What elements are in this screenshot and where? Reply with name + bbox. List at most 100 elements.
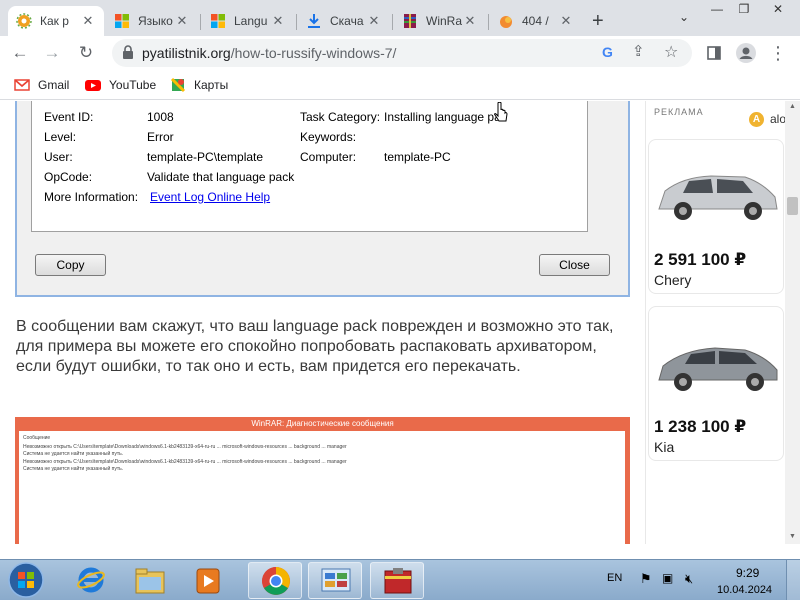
back-arrow-icon[interactable]: ← <box>8 41 32 65</box>
car-image <box>653 143 781 243</box>
forward-arrow-icon[interactable]: → <box>40 41 64 65</box>
lock-icon[interactable] <box>122 45 134 64</box>
language-indicator[interactable]: EN <box>607 572 622 584</box>
level-value: Error <box>147 130 174 144</box>
google-translate-icon[interactable]: G <box>602 44 613 60</box>
computer-value: template-PC <box>384 150 451 164</box>
taskbar-chrome[interactable] <box>248 562 302 599</box>
vertical-scrollbar[interactable]: ▲ ▼ <box>785 101 800 544</box>
windows-logo-icon <box>210 13 226 29</box>
close-button: Close <box>539 254 610 276</box>
reload-icon[interactable]: ↻ <box>74 41 98 65</box>
sidebar-advertisement: РЕКЛАМА A alo 2 591 100 ₽ Chery 1 238 10… <box>645 101 786 544</box>
user-value: template-PC\template <box>147 150 264 164</box>
plus-icon: + <box>592 9 604 32</box>
tab-separator <box>296 14 297 30</box>
media-player-icon <box>195 567 221 600</box>
tab[interactable]: WinRa ✕ <box>394 6 486 36</box>
winrar-line: Невозможно открыть C:\Users\template\Dow… <box>23 459 347 465</box>
tab[interactable]: 404 / ✕ <box>490 6 582 36</box>
winrar-window-title: WinRAR: Диагностические сообщения <box>251 419 394 428</box>
download-icon <box>306 13 322 29</box>
winrar-line: Сообщение <box>23 435 51 441</box>
tab-title: 404 / <box>522 14 549 28</box>
event-id-label: Event ID: <box>44 110 94 124</box>
tab-search-chevron-icon[interactable]: ⌄ <box>670 8 698 28</box>
close-icon[interactable]: ✕ <box>558 13 574 29</box>
winrar-icon <box>383 567 413 600</box>
advertiser-badge-icon[interactable]: A <box>749 112 764 127</box>
tab-title: Langu <box>234 14 268 28</box>
taskbar-control-panel[interactable] <box>308 562 362 599</box>
taskbar-media-player[interactable] <box>180 562 234 599</box>
close-icon[interactable]: ✕ <box>270 13 286 29</box>
tab-separator <box>488 14 489 30</box>
scrollbar-thumb[interactable] <box>787 197 798 215</box>
internet-explorer-icon <box>77 566 105 599</box>
minimize-button[interactable]: — <box>703 0 731 20</box>
more-info-label: More Information: <box>44 190 139 204</box>
tab-title: Скача <box>330 14 364 28</box>
clock-date[interactable]: 10.04.2024 <box>717 584 772 596</box>
level-label: Level: <box>44 130 77 144</box>
tab[interactable]: Языко ✕ <box>106 6 198 36</box>
action-center-flag-icon[interactable]: ⚑ <box>640 571 652 587</box>
opcode-value: Validate that language pack <box>147 170 295 184</box>
tab-active[interactable]: Как р ✕ <box>8 6 104 36</box>
tab[interactable]: Скача ✕ <box>298 6 390 36</box>
bookmark-maps[interactable]: Карты <box>170 76 228 94</box>
ad-card-chery[interactable]: 2 591 100 ₽ Chery <box>648 139 784 294</box>
volume-muted-icon[interactable]: 🔇︎ <box>685 571 693 587</box>
share-icon[interactable]: ⇪ <box>632 42 645 60</box>
file-explorer-icon <box>135 567 165 600</box>
menu-kebab-icon[interactable]: ⋮ <box>766 41 790 65</box>
address-bar[interactable]: pyatilistnik.org/how-to-russify-windows-… <box>112 39 692 67</box>
winrar-message-list: Сообщение Невозможно открыть C:\Users\te… <box>19 431 625 544</box>
gmail-icon <box>14 77 30 93</box>
taskbar-file-explorer[interactable] <box>122 562 176 599</box>
bookmark-star-icon[interactable]: ☆ <box>664 42 678 62</box>
taskbar-winrar[interactable] <box>370 562 424 599</box>
computer-label: Computer: <box>300 150 357 164</box>
side-panel-icon[interactable] <box>702 41 726 65</box>
bookmark-label: Карты <box>194 78 229 92</box>
task-category-value: Installing language pa <box>384 110 501 124</box>
clock-time[interactable]: 9:29 <box>736 566 759 580</box>
restore-button[interactable]: ❐ <box>730 0 758 20</box>
event-log-online-help-link[interactable]: Event Log Online Help <box>150 190 270 204</box>
window-close-button[interactable]: ✕ <box>760 0 796 20</box>
tab-separator <box>392 14 393 30</box>
tab[interactable]: Langu ✕ <box>202 6 294 36</box>
close-icon[interactable]: ✕ <box>80 13 96 29</box>
browser-tab-strip: Как р ✕ Языко ✕ Langu ✕ Скача ✕ WinRa ✕ <box>0 0 800 36</box>
close-icon[interactable]: ✕ <box>462 13 478 29</box>
task-category-label: Task Category: <box>300 110 381 124</box>
profile-avatar-icon[interactable] <box>734 41 758 65</box>
winrar-line: Невозможно открыть C:\Users\template\Dow… <box>23 444 347 450</box>
taskbar-internet-explorer[interactable] <box>64 562 118 599</box>
url-domain: pyatilistnik.org <box>142 45 231 61</box>
bookmark-gmail[interactable]: Gmail <box>14 76 69 94</box>
opcode-label: OpCode: <box>44 170 93 184</box>
bookmark-youtube[interactable]: YouTube <box>85 76 156 94</box>
start-button[interactable] <box>6 562 46 598</box>
event-id-value: 1008 <box>147 110 174 124</box>
close-icon[interactable]: ✕ <box>174 13 190 29</box>
url-path: /how-to-russify-windows-7/ <box>230 45 397 61</box>
event-log-dialog-image: Event ID: 1008 Level: Error User: templa… <box>15 101 630 297</box>
scroll-down-arrow-icon[interactable]: ▼ <box>789 533 796 540</box>
windows-logo-icon <box>114 13 130 29</box>
ad-brand: Kia <box>654 439 675 455</box>
network-icon[interactable]: ▣ <box>662 571 673 585</box>
ad-card-kia[interactable]: 1 238 100 ₽ Kia <box>648 306 784 461</box>
ad-price: 2 591 100 ₽ <box>654 250 747 269</box>
new-tab-button[interactable]: + <box>590 6 614 36</box>
close-icon[interactable]: ✕ <box>366 13 382 29</box>
scroll-up-arrow-icon[interactable]: ▲ <box>789 103 796 110</box>
advertiser-name[interactable]: alo <box>770 112 786 126</box>
copy-button: Copy <box>35 254 106 276</box>
show-desktop-button[interactable] <box>786 560 800 600</box>
ad-brand: Chery <box>654 272 692 288</box>
hand-cursor-icon <box>494 101 508 131</box>
gear-icon <box>16 13 32 29</box>
